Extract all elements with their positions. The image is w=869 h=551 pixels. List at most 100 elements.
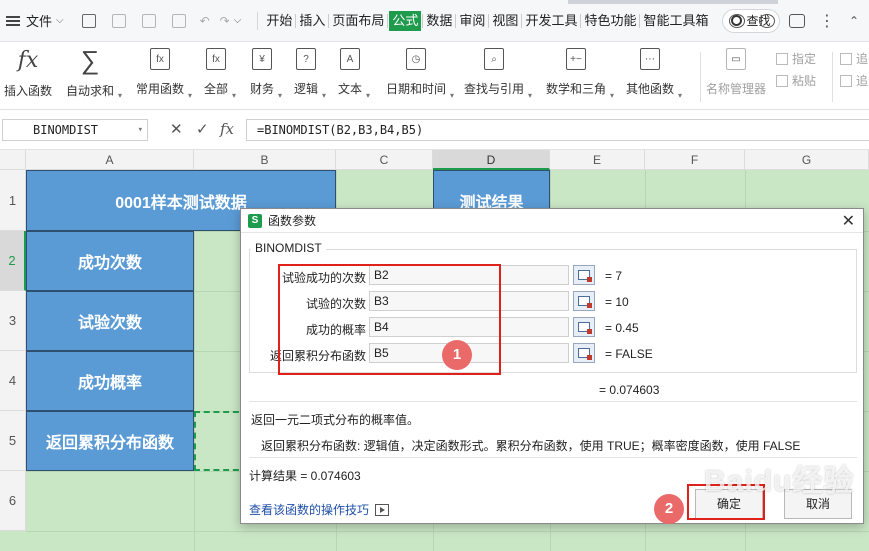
- column-header-E[interactable]: E: [550, 150, 645, 170]
- row-header-1[interactable]: 1: [0, 170, 26, 231]
- cell-a2[interactable]: 成功次数: [26, 231, 194, 291]
- column-header-B[interactable]: B: [194, 150, 336, 170]
- tab-9[interactable]: 智能工具箱: [641, 11, 710, 31]
- undo-icon[interactable]: ↶: [200, 14, 210, 28]
- divider: [700, 52, 701, 102]
- argument-value: = 0.45: [605, 321, 639, 335]
- tab-separator: [295, 13, 297, 28]
- all-function-icon: fx: [206, 48, 226, 70]
- cell-a4[interactable]: 成功概率: [26, 351, 194, 411]
- formula-bar: BINOMDIST ▾ ✕ ✓ fx =BINOMDIST(B2,B3,B4,B…: [0, 110, 869, 150]
- define-name-button[interactable]: 指定: [776, 48, 816, 70]
- insert-function-icon[interactable]: fx: [220, 120, 234, 138]
- range-select-icon[interactable]: [573, 265, 595, 285]
- row-header-5[interactable]: 5: [0, 411, 26, 471]
- ribbon-button-more-function[interactable]: ⋯ 其他函数 ▾: [626, 46, 682, 106]
- help-link-text[interactable]: 查看该函数的操作技巧: [249, 501, 369, 518]
- tab-5[interactable]: 审阅: [457, 11, 487, 31]
- tab-8[interactable]: 特色功能: [582, 11, 638, 31]
- ribbon-button-star-function[interactable]: fx 常用函数 ▾: [136, 46, 192, 106]
- column-header-A[interactable]: A: [26, 150, 194, 170]
- tab-7[interactable]: 开发工具: [523, 11, 579, 31]
- range-select-icon[interactable]: [573, 317, 595, 337]
- cancel-icon[interactable]: ✕: [170, 120, 183, 138]
- trace-precedents-button[interactable]: 追: [840, 48, 868, 70]
- ribbon-button-name-manager[interactable]: ▭ 名称管理器: [706, 46, 766, 106]
- more-function-icon: ⋯: [640, 48, 660, 70]
- redo-icon[interactable]: ↷: [220, 14, 230, 28]
- finance-icon: ¥: [252, 48, 272, 70]
- ribbon-button-lookup[interactable]: ⌕ 查找与引用 ▾: [464, 46, 532, 106]
- trace-dependents-button[interactable]: 追: [840, 70, 868, 92]
- tab-3[interactable]: 公式: [389, 10, 422, 31]
- formula-input[interactable]: =BINOMDIST(B2,B3,B4,B5): [246, 119, 869, 141]
- hamburger-icon[interactable]: [6, 15, 20, 26]
- print-preview-icon[interactable]: [171, 13, 186, 28]
- tab-separator: [422, 13, 424, 28]
- column-header-G[interactable]: G: [745, 150, 869, 170]
- column-header-C[interactable]: C: [336, 150, 433, 170]
- ribbon-button-finance[interactable]: ¥ 财务 ▾: [250, 46, 282, 106]
- ribbon-label: 常用函数: [136, 82, 185, 96]
- formula-result: = 0.074603: [599, 383, 660, 397]
- ribbon-button-clock[interactable]: ◷ 日期和时间 ▾: [386, 46, 454, 106]
- ribbon-button-math[interactable]: +− 数学和三角 ▾: [546, 46, 614, 106]
- paste-name-button[interactable]: 粘贴: [776, 70, 816, 92]
- save-icon[interactable]: [81, 13, 96, 28]
- cell-a3[interactable]: 试验次数: [26, 291, 194, 351]
- row-header-6[interactable]: 6: [0, 471, 26, 531]
- baidu-watermark: Baidu经验: [704, 465, 855, 498]
- ribbon-label: 数学和三角: [546, 82, 607, 96]
- row-header-3[interactable]: 3: [0, 291, 26, 351]
- range-select-icon[interactable]: [573, 343, 595, 363]
- row-header-4[interactable]: 4: [0, 351, 26, 411]
- tab-6[interactable]: 视图: [490, 11, 520, 31]
- row-header-2[interactable]: 2: [0, 231, 26, 291]
- confirm-icon[interactable]: ✓: [196, 120, 209, 138]
- chevron-down-icon[interactable]: ⌵: [56, 15, 64, 26]
- argument-description: 返回累积分布函数: 逻辑值，决定函数形式。累积分布函数，使用 TRUE；概率密度…: [261, 439, 801, 453]
- chevron-down-icon[interactable]: ⌵: [234, 15, 242, 26]
- tab-1[interactable]: 插入: [297, 11, 327, 31]
- ribbon-button-text[interactable]: A 文本 ▾: [338, 46, 370, 106]
- step-badge-2: 2: [654, 494, 684, 524]
- cloud-icon[interactable]: [728, 14, 745, 28]
- divider: [832, 52, 833, 102]
- collapse-icon[interactable]: ⌃: [849, 14, 859, 28]
- name-box[interactable]: BINOMDIST ▾: [2, 119, 148, 141]
- chevron-down-icon: ▾: [678, 91, 683, 100]
- close-icon[interactable]: ✕: [842, 211, 855, 231]
- tab-separator: [328, 13, 330, 28]
- ribbon-button-all-function[interactable]: fx 全部 ▾: [204, 46, 236, 106]
- ribbon-label: 名称管理器: [706, 82, 767, 96]
- file-menu[interactable]: 文件: [26, 11, 52, 30]
- ribbon: 指定 粘贴 追 追 fx 插入函数 ∑ 自动求和 ▾ fx 常用函数 ▾ fx 全部 ▾ ¥ 财务 ▾ ? 逻…: [0, 42, 869, 110]
- tab-2[interactable]: 页面布局: [330, 11, 386, 31]
- chevron-down-icon[interactable]: ▾: [138, 120, 143, 140]
- format-painter-icon[interactable]: [111, 13, 126, 28]
- column-header-F[interactable]: F: [645, 150, 745, 170]
- tab-separator: [639, 13, 641, 28]
- cell-a5[interactable]: 返回累积分布函数: [26, 411, 194, 471]
- ribbon-button-sum[interactable]: ∑ 自动求和 ▾: [66, 45, 122, 106]
- dialog-titlebar[interactable]: S 函数参数 ✕: [241, 209, 863, 233]
- divider: [249, 401, 857, 402]
- star-function-icon: fx: [150, 48, 170, 70]
- ribbon-label: 文本: [338, 82, 363, 96]
- ribbon-button-logic[interactable]: ? 逻辑 ▾: [294, 46, 326, 106]
- share-icon[interactable]: [788, 14, 805, 28]
- function-help-link[interactable]: 查看该函数的操作技巧: [249, 501, 390, 518]
- column-header-D[interactable]: D: [433, 150, 550, 170]
- range-select-icon[interactable]: [573, 291, 595, 311]
- tab-0[interactable]: 开始: [264, 11, 294, 31]
- ribbon-button-fx[interactable]: fx 插入函数: [4, 46, 52, 106]
- name-manager-icon: ▭: [726, 48, 746, 70]
- chevron-down-icon: ▾: [528, 91, 533, 100]
- play-video-icon[interactable]: [375, 503, 390, 516]
- user-add-icon[interactable]: [758, 14, 775, 28]
- print-icon[interactable]: [141, 13, 156, 28]
- more-icon[interactable]: ⋮: [819, 11, 835, 31]
- tab-4[interactable]: 数据: [424, 11, 454, 31]
- menu-bar: 文件 ⌵ ↶ ↷ ⌵ 开始 插入 页面布局 公式 数据 审阅 视图 开发工具 特色功能 智能工具箱…: [0, 0, 869, 42]
- select-all-corner[interactable]: [0, 150, 26, 170]
